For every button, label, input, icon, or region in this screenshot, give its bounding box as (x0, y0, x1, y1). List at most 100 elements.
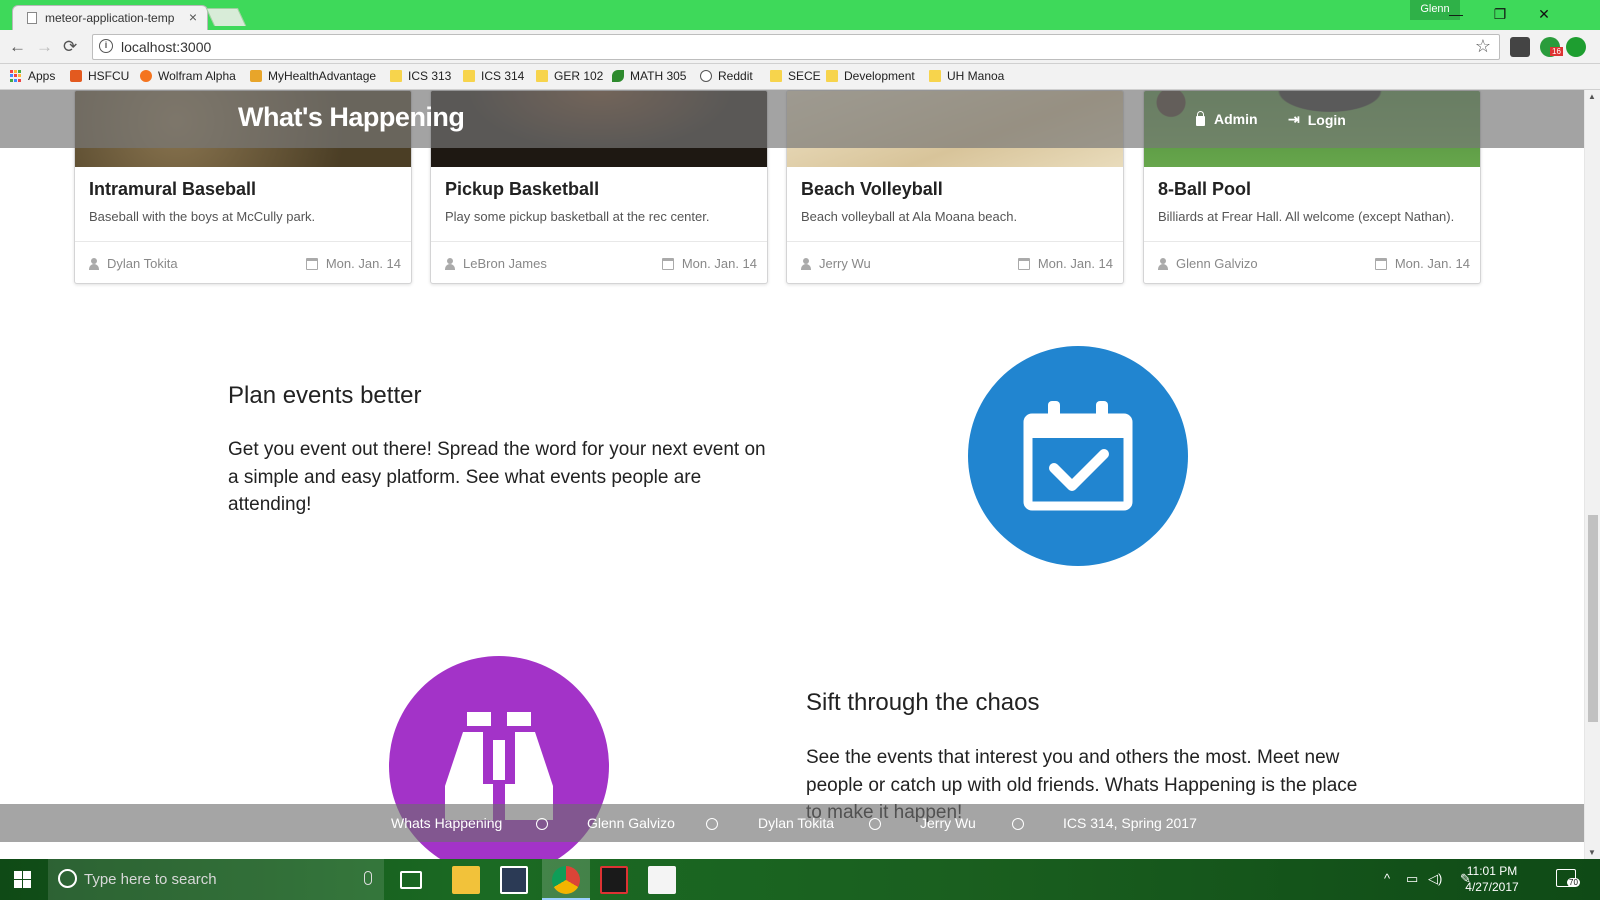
browser-tab[interactable]: meteor-application-temp × (12, 5, 208, 30)
taskbar-search[interactable]: Type here to search (48, 859, 384, 900)
bookmarks-bar: Apps HSFCU Wolfram Alpha MyHealthAdvanta… (0, 64, 1600, 90)
bookmark-math305[interactable]: MATH 305 (612, 69, 686, 83)
scroll-up-arrow-icon[interactable]: ▲ (1588, 92, 1596, 101)
footer-item-app: Whats Happening (391, 815, 503, 831)
bookmark-label: Apps (28, 69, 56, 83)
math-icon (612, 70, 624, 82)
file-explorer-icon[interactable] (452, 866, 480, 894)
typora-icon[interactable] (648, 866, 676, 894)
bookmark-uh-manoa[interactable]: UH Manoa (929, 69, 1004, 83)
scrollbar-thumb[interactable] (1588, 515, 1598, 722)
bookmark-sece[interactable]: SECE (770, 69, 821, 83)
bookmark-ics313[interactable]: ICS 313 (390, 69, 451, 83)
bookmark-ics314[interactable]: ICS 314 (463, 69, 524, 83)
event-description: Play some pickup basketball at the rec c… (445, 209, 710, 224)
author-name: LeBron James (463, 256, 547, 271)
chrome-taskbar-button[interactable] (542, 859, 590, 900)
bookmark-apps[interactable]: Apps (10, 69, 55, 83)
page-favicon-icon (27, 12, 37, 24)
event-meta: LeBron James Mon. Jan. 14 (431, 241, 767, 283)
microphone-icon[interactable] (364, 871, 372, 885)
taskbar-clock[interactable]: 11:01 PM 4/27/2017 (1452, 863, 1532, 895)
clock-date: 4/27/2017 (1465, 880, 1519, 894)
event-date: Mon. Jan. 14 (305, 256, 401, 271)
event-meta: Jerry Wu Mon. Jan. 14 (787, 241, 1123, 283)
bookmark-wolfram[interactable]: Wolfram Alpha (140, 69, 236, 83)
bookmark-label: ICS 313 (408, 69, 452, 83)
calendar-check-svg (1023, 401, 1133, 511)
menu-admin-label: Admin (1214, 111, 1258, 127)
bookmark-ger102[interactable]: GER 102 (536, 69, 603, 83)
browser-titlebar: meteor-application-temp × Glenn — ❐ ✕ (0, 0, 1600, 30)
event-description: Beach volleyball at Ala Moana beach. (801, 209, 1018, 224)
event-date: Mon. Jan. 14 (1017, 256, 1113, 271)
windows-start-icon[interactable] (14, 871, 31, 888)
circle-separator-icon (536, 818, 548, 830)
reddit-icon (700, 70, 712, 82)
circle-separator-icon (869, 818, 881, 830)
event-author: Glenn Galvizo (1158, 256, 1258, 271)
page-scrollbar[interactable]: ▲ ▼ (1584, 90, 1600, 859)
date-text: Mon. Jan. 14 (1394, 256, 1470, 271)
close-window-button[interactable]: ✕ (1524, 2, 1564, 26)
calendar-icon (305, 257, 318, 270)
menu-login[interactable]: ⇥ Login (1288, 111, 1346, 128)
event-author: Dylan Tokita (89, 256, 178, 271)
show-hidden-icons-chevron-icon[interactable]: ^ (1384, 871, 1390, 886)
circle-separator-icon (1012, 818, 1024, 830)
apps-grid-icon (10, 70, 22, 82)
calendar-check-icon (968, 346, 1188, 566)
extension-badge: 16 (1550, 47, 1563, 56)
bookmark-reddit[interactable]: Reddit (700, 69, 753, 83)
restore-button[interactable]: ❐ (1480, 2, 1520, 26)
footer-item-member: Glenn Galvizo (587, 815, 675, 831)
new-tab-button[interactable] (205, 8, 247, 26)
event-author: LeBron James (445, 256, 547, 271)
action-center-icon[interactable]: 70 (1556, 869, 1580, 887)
page-viewport: Intramural Baseball Baseball with the bo… (0, 90, 1584, 859)
url-text[interactable]: localhost:3000 (121, 39, 211, 55)
user-icon (801, 257, 811, 270)
date-text: Mon. Jan. 14 (1037, 256, 1113, 271)
minimize-button[interactable]: — (1436, 2, 1476, 26)
folder-icon (463, 70, 475, 82)
event-author: Jerry Wu (801, 256, 871, 271)
calendar-icon (1374, 257, 1387, 270)
tab-close-icon[interactable]: × (189, 9, 197, 25)
bookmark-label: Development (844, 69, 915, 83)
bookmark-label: SECE (788, 69, 821, 83)
bookmark-star-icon[interactable]: ☆ (1475, 36, 1491, 57)
event-date: Mon. Jan. 14 (1374, 256, 1470, 271)
network-icon[interactable]: ▭ (1406, 871, 1418, 887)
editor-app-icon[interactable] (500, 866, 528, 894)
site-info-icon[interactable]: i (99, 39, 113, 53)
update-icon[interactable] (1566, 37, 1586, 57)
menu-admin[interactable]: Admin (1196, 111, 1258, 127)
section-title: Plan events better (228, 382, 422, 409)
bookmark-myhealth[interactable]: MyHealthAdvantage (250, 69, 376, 83)
user-icon (445, 257, 455, 270)
volume-icon[interactable]: ◁) (1428, 871, 1442, 887)
back-button[interactable]: ← (9, 37, 26, 57)
footer-bar: Whats Happening Glenn Galvizo Dylan Toki… (0, 804, 1584, 842)
bookmark-development[interactable]: Development (826, 69, 915, 83)
author-name: Dylan Tokita (107, 256, 178, 271)
brand-logo[interactable]: What's Happening (238, 102, 465, 133)
event-description: Billiards at Frear Hall. All welcome (ex… (1158, 209, 1455, 224)
bookmark-label: MyHealthAdvantage (268, 69, 377, 83)
menu-login-label: Login (1307, 111, 1346, 128)
task-view-icon[interactable] (400, 871, 422, 889)
event-title: Intramural Baseball (89, 179, 257, 199)
pocket-extension-icon[interactable] (1510, 37, 1530, 57)
bookmark-hsfcu[interactable]: HSFCU (70, 69, 129, 83)
extension-icon[interactable]: 16 (1540, 37, 1563, 57)
date-text: Mon. Jan. 14 (325, 256, 401, 271)
event-title: Pickup Basketball (445, 179, 600, 199)
user-icon (1158, 257, 1168, 270)
reload-button[interactable]: ⟳ (63, 37, 77, 57)
scroll-down-arrow-icon[interactable]: ▼ (1588, 848, 1596, 857)
forward-button[interactable]: → (36, 37, 53, 57)
intellij-icon[interactable] (600, 866, 628, 894)
chrome-icon (552, 866, 580, 894)
address-bar[interactable]: i localhost:3000 ☆ (92, 34, 1500, 60)
